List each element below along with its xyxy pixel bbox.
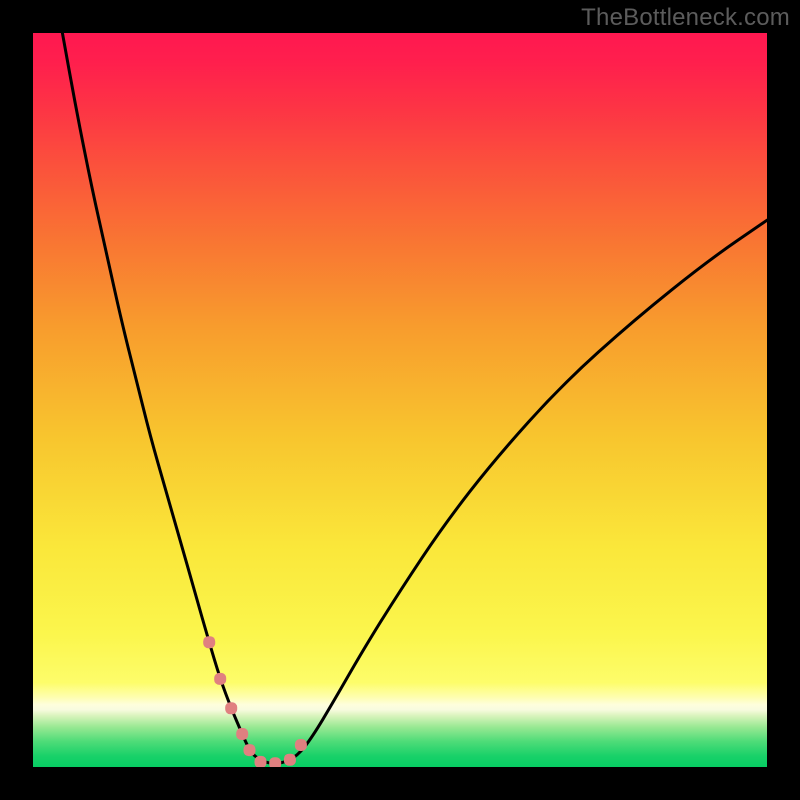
curve-marker <box>255 756 267 768</box>
watermark: TheBottleneck.com <box>581 4 790 32</box>
bottleneck-chart <box>0 0 800 800</box>
chart-frame: TheBottleneck.com <box>0 0 800 800</box>
curve-marker <box>203 636 215 648</box>
curve-marker <box>244 744 256 756</box>
curve-marker <box>225 702 237 714</box>
curve-marker <box>236 728 248 740</box>
gradient-field <box>33 33 767 767</box>
curve-marker <box>214 673 226 685</box>
curve-marker <box>284 754 296 766</box>
curve-marker <box>295 739 307 751</box>
